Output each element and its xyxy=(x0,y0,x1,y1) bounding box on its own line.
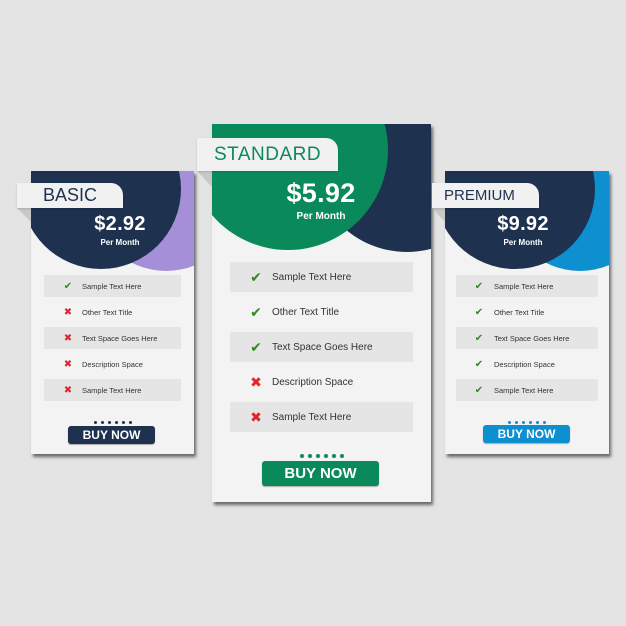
plan-name-ribbon: PREMIUM xyxy=(432,183,539,208)
dot xyxy=(93,421,97,424)
check-icon: ✔ xyxy=(474,332,484,344)
feature-list: ✔ Sample Text Here ✖ Other Text Title ✖ Text … xyxy=(31,275,194,405)
ribbon-fold xyxy=(432,208,445,222)
ribbon-fold xyxy=(17,208,31,222)
pricing-page: { "colors": { "background": "#e4e4e4", "… xyxy=(0,0,626,626)
feature-item: ✖ Description Space xyxy=(44,353,181,375)
billing-period: Per Month xyxy=(296,211,346,222)
dot xyxy=(529,421,532,424)
feature-item: ✔ Sample Text Here xyxy=(44,275,181,297)
cross-icon: ✖ xyxy=(63,306,73,318)
check-icon: ✔ xyxy=(474,358,484,370)
check-icon: ✔ xyxy=(250,303,262,320)
check-icon: ✔ xyxy=(250,338,262,355)
dot xyxy=(315,454,320,458)
price: $2.92 xyxy=(94,213,146,235)
buy-now-button-standard[interactable]: BUY NOW xyxy=(262,461,379,486)
dot xyxy=(522,421,525,424)
dot xyxy=(543,421,546,424)
dot xyxy=(100,421,104,424)
dot xyxy=(536,421,539,424)
plan-name-ribbon: BASIC xyxy=(17,183,123,208)
price-block: $5.92 Per Month xyxy=(276,178,366,222)
price: $9.92 xyxy=(497,213,549,235)
feature-item: ✔ Sample Text Here xyxy=(456,275,598,297)
check-icon: ✔ xyxy=(474,280,484,292)
feature-label: Description Space xyxy=(272,376,354,388)
feature-item: ✔ Text Space Goes Here xyxy=(456,327,598,349)
feature-label: Description Space xyxy=(82,359,143,369)
pricing-card-basic: $2.92 Per Month ✔ Sample Text Here ✖ Other … xyxy=(31,171,194,454)
dot xyxy=(107,421,111,424)
feature-label: Sample Text Here xyxy=(494,281,554,291)
buy-now-button-basic[interactable]: BUY NOW xyxy=(68,426,155,444)
feature-item: ✔ Other Text Title xyxy=(456,301,598,323)
feature-item: ✔ Text Space Goes Here xyxy=(230,332,413,362)
check-icon: ✔ xyxy=(250,268,262,285)
feature-label: Sample Text Here xyxy=(272,271,352,283)
dot xyxy=(121,421,125,424)
feature-label: Sample Text Here xyxy=(82,385,142,395)
feature-item: ✖ Text Space Goes Here xyxy=(44,327,181,349)
feature-label: Sample Text Here xyxy=(272,411,352,423)
cross-icon: ✖ xyxy=(63,384,73,396)
plan-name-ribbon: STANDARD xyxy=(197,138,338,171)
cross-icon: ✖ xyxy=(63,332,73,344)
check-icon: ✔ xyxy=(474,384,484,396)
dot xyxy=(508,421,511,424)
feature-item: ✔ Sample Text Here xyxy=(456,379,598,401)
check-icon: ✔ xyxy=(474,306,484,318)
cross-icon: ✖ xyxy=(63,358,73,370)
feature-item: ✖ Description Space xyxy=(230,367,413,397)
pricing-card-standard: $5.92 Per Month ✔ Sample Text Here ✔ Other … xyxy=(212,124,431,502)
pricing-card-premium: $9.92 Per Month ✔ Sample Text Here ✔ Other … xyxy=(445,171,609,454)
feature-label: Other Text Title xyxy=(494,307,545,317)
feature-list: ✔ Sample Text Here ✔ Other Text Title ✔ Text … xyxy=(212,262,431,437)
feature-label: Sample Text Here xyxy=(494,385,554,395)
feature-label: Text Space Goes Here xyxy=(494,333,570,343)
feature-item: ✖ Sample Text Here xyxy=(230,402,413,432)
feature-label: Description Space xyxy=(494,359,555,369)
dot xyxy=(299,454,304,458)
feature-item: ✔ Other Text Title xyxy=(230,297,413,327)
feature-item: ✖ Other Text Title xyxy=(44,301,181,323)
feature-label: Sample Text Here xyxy=(82,281,142,291)
feature-list: ✔ Sample Text Here ✔ Other Text Title ✔ Text … xyxy=(445,275,609,405)
feature-label: Other Text Title xyxy=(82,307,133,317)
price: $5.92 xyxy=(286,178,356,208)
check-icon: ✔ xyxy=(63,280,73,292)
dot xyxy=(331,454,336,458)
dot xyxy=(128,421,132,424)
dot xyxy=(515,421,518,424)
dot xyxy=(323,454,328,458)
buy-now-button-premium[interactable]: BUY NOW xyxy=(483,425,570,443)
dot xyxy=(307,454,312,458)
feature-label: Other Text Title xyxy=(272,306,340,318)
feature-item: ✖ Sample Text Here xyxy=(44,379,181,401)
cross-icon: ✖ xyxy=(250,373,262,390)
price-block: $9.92 Per Month xyxy=(478,213,568,247)
dot xyxy=(114,421,118,424)
feature-label: Text Space Goes Here xyxy=(272,341,373,353)
billing-period: Per Month xyxy=(100,238,140,247)
ribbon-fold xyxy=(197,171,212,187)
plan-name: PREMIUM xyxy=(444,187,515,204)
dot xyxy=(339,454,344,458)
price-block: $2.92 Per Month xyxy=(75,213,165,247)
plan-name: STANDARD xyxy=(214,144,322,165)
feature-label: Text Space Goes Here xyxy=(82,333,158,343)
feature-item: ✔ Description Space xyxy=(456,353,598,375)
billing-period: Per Month xyxy=(503,238,543,247)
feature-item: ✔ Sample Text Here xyxy=(230,262,413,292)
plan-name: BASIC xyxy=(43,185,98,205)
cross-icon: ✖ xyxy=(250,408,262,425)
